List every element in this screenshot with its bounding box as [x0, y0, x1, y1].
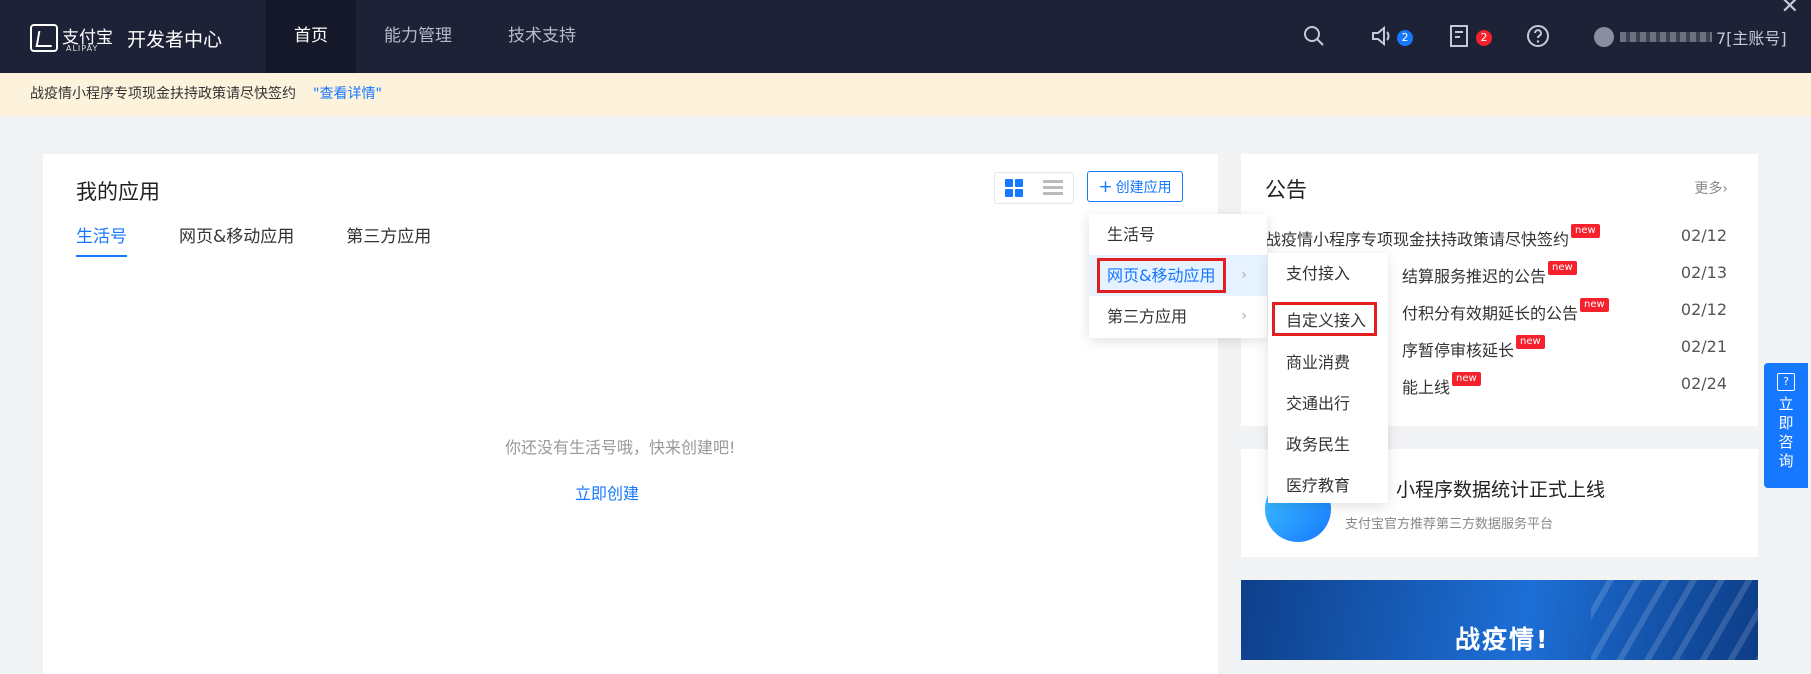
create-app-dropdown: 生活号 网页&移动应用 › 第三方应用 ›	[1089, 214, 1267, 338]
chevron-right-icon: ›	[1722, 181, 1728, 197]
my-apps-card: 我的应用 + 创建应用 生活号 网页&移动应用 第三方应用 你还没有生活号哦，快来…	[43, 154, 1218, 674]
create-app-button[interactable]: + 创建应用	[1087, 171, 1183, 202]
help-icon[interactable]	[1526, 24, 1550, 54]
announcements-title: 公告	[1265, 178, 1307, 202]
list-view-icon[interactable]	[1043, 180, 1063, 196]
notice-bar: 战疫情小程序专项现金扶持政策请尽快签约 "查看详情"	[0, 73, 1811, 116]
consult-float-button[interactable]: ? 立 即 咨 询	[1764, 363, 1808, 488]
masked-account-id	[1620, 32, 1712, 42]
promo-banner[interactable]: 战疫情!	[1241, 580, 1758, 660]
tab-web-mobile[interactable]: 网页&移动应用	[179, 222, 294, 257]
submenu-item-government[interactable]: 政务民生	[1286, 424, 1350, 465]
grid-view-icon[interactable]	[1005, 179, 1023, 197]
announcement-date: 02/24	[1680, 374, 1727, 393]
app-tabs: 生活号 网页&移动应用 第三方应用	[76, 222, 483, 257]
create-now-link[interactable]: 立即创建	[575, 480, 639, 504]
consult-char: 询	[1778, 452, 1794, 470]
menu-item-web-mobile[interactable]: 网页&移动应用 ›	[1089, 255, 1267, 296]
notice-details-link[interactable]: "查看详情"	[313, 73, 382, 116]
new-badge: new	[1580, 298, 1609, 312]
alipay-logo-icon	[30, 24, 58, 52]
new-badge: new	[1452, 372, 1481, 386]
highlight-box	[1097, 258, 1226, 293]
avatar	[1594, 27, 1614, 47]
new-badge: new	[1548, 261, 1577, 275]
announcement-text: 能上线 new	[1402, 372, 1481, 398]
notice-text: 战疫情小程序专项现金扶持政策请尽快签约	[30, 86, 296, 102]
submenu-item-commerce[interactable]: 商业消费	[1286, 342, 1350, 383]
message-badge: 2	[1476, 30, 1492, 46]
announcement-text: 付积分有效期延长的公告 new	[1402, 298, 1609, 324]
main-nav: 首页 能力管理 技术支持	[266, 0, 604, 73]
notification-badge: 2	[1397, 30, 1413, 46]
new-badge: new	[1516, 335, 1545, 349]
question-icon: ?	[1777, 373, 1795, 391]
site-title: 开发者中心	[127, 28, 223, 51]
submenu-item-transport[interactable]: 交通出行	[1286, 383, 1350, 424]
announcement-date: 02/12	[1680, 226, 1727, 245]
empty-state-text: 你还没有生活号哦，快来创建吧!	[505, 438, 736, 457]
highlight-box	[1272, 302, 1377, 336]
account-menu[interactable]: 7[主账号]	[1594, 25, 1787, 49]
chevron-right-icon: ›	[1241, 308, 1247, 324]
menu-item-third-party[interactable]: 第三方应用 ›	[1089, 296, 1267, 337]
announcement-text: 结算服务推迟的公告 new	[1402, 261, 1577, 287]
logo[interactable]: 支付宝 ALIPAY 开发者中心	[30, 24, 223, 53]
web-mobile-submenu: 支付接入 自定义接入 商业消费 交通出行 政务民生 医疗教育	[1268, 253, 1388, 503]
announcement-date: 02/21	[1680, 337, 1727, 356]
logo-en: ALIPAY	[66, 44, 99, 53]
close-icon[interactable]: ✕	[1781, 0, 1799, 19]
view-toggle	[994, 172, 1074, 204]
submenu-item-payment[interactable]: 支付接入	[1286, 253, 1350, 294]
submenu-item-medical[interactable]: 医疗教育	[1286, 465, 1350, 506]
search-icon[interactable]	[1302, 24, 1326, 54]
tab-lifestyle[interactable]: 生活号	[76, 222, 127, 257]
tab-third-party[interactable]: 第三方应用	[346, 222, 431, 257]
announcement-date: 02/12	[1680, 300, 1727, 319]
nav-item-home[interactable]: 首页	[266, 0, 356, 73]
consult-char: 立	[1778, 395, 1794, 413]
announcement-date: 02/13	[1680, 263, 1727, 282]
chevron-right-icon: ›	[1241, 267, 1247, 283]
speaker-icon[interactable]	[1370, 24, 1394, 54]
nav-item-capability[interactable]: 能力管理	[356, 0, 480, 73]
menu-item-lifestyle[interactable]: 生活号	[1089, 214, 1267, 255]
announcement-row[interactable]: 战疫情小程序专项现金扶持政策请尽快签约 new 02/12	[1265, 224, 1727, 256]
consult-char: 咨	[1778, 433, 1794, 451]
my-apps-title: 我的应用	[76, 180, 160, 204]
consult-char: 即	[1778, 414, 1794, 432]
announcement-text: 序暂停审核延长 new	[1402, 335, 1545, 361]
new-badge: new	[1571, 224, 1600, 238]
account-label: 7[主账号]	[1716, 29, 1787, 48]
top-navbar: 支付宝 ALIPAY 开发者中心 首页 能力管理 技术支持 2 2 7[主账号]…	[0, 0, 1811, 73]
stats-subtitle: 支付宝官方推荐第三方数据服务平台	[1345, 517, 1554, 532]
banner-text: 战疫情!	[1455, 625, 1550, 654]
nav-item-support[interactable]: 技术支持	[480, 0, 604, 73]
plus-icon: +	[1098, 177, 1113, 197]
more-link[interactable]: 更多›	[1694, 178, 1728, 198]
message-icon[interactable]	[1448, 24, 1472, 54]
stats-title: 小程序数据统计正式上线	[1396, 479, 1606, 501]
announcement-text: 战疫情小程序专项现金扶持政策请尽快签约 new	[1265, 224, 1600, 250]
